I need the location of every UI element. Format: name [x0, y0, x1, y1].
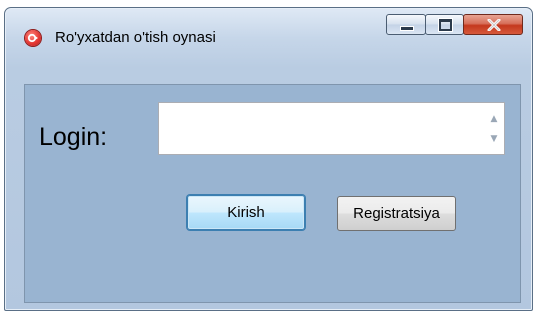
maximize-button[interactable]	[425, 14, 464, 35]
title-bar[interactable]: Ro'yxatdan o'tish oynasi	[5, 8, 532, 46]
window-title: Ro'yxatdan o'tish oynasi	[55, 29, 216, 46]
registratsiya-button[interactable]: Registratsiya	[337, 196, 456, 231]
app-window: Ro'yxatdan o'tish oynasi Login: ▲ ▼ Kiri…	[4, 7, 533, 311]
kirish-button[interactable]: Kirish	[187, 195, 305, 230]
kirish-button-label: Kirish	[227, 204, 265, 221]
maximize-icon	[439, 19, 452, 31]
client-area: Login: ▲ ▼ Kirish Registratsiya	[24, 84, 521, 303]
minimize-button[interactable]	[386, 14, 426, 35]
close-button[interactable]	[463, 14, 523, 35]
scroll-up-arrow-icon[interactable]: ▲	[487, 112, 501, 126]
login-input[interactable]: ▲ ▼	[158, 102, 505, 155]
minimize-icon	[400, 26, 414, 31]
login-label: Login:	[39, 123, 108, 151]
registratsiya-button-label: Registratsiya	[353, 205, 440, 222]
app-icon	[25, 30, 41, 46]
close-icon	[487, 19, 501, 31]
scroll-down-arrow-icon[interactable]: ▼	[487, 132, 501, 146]
